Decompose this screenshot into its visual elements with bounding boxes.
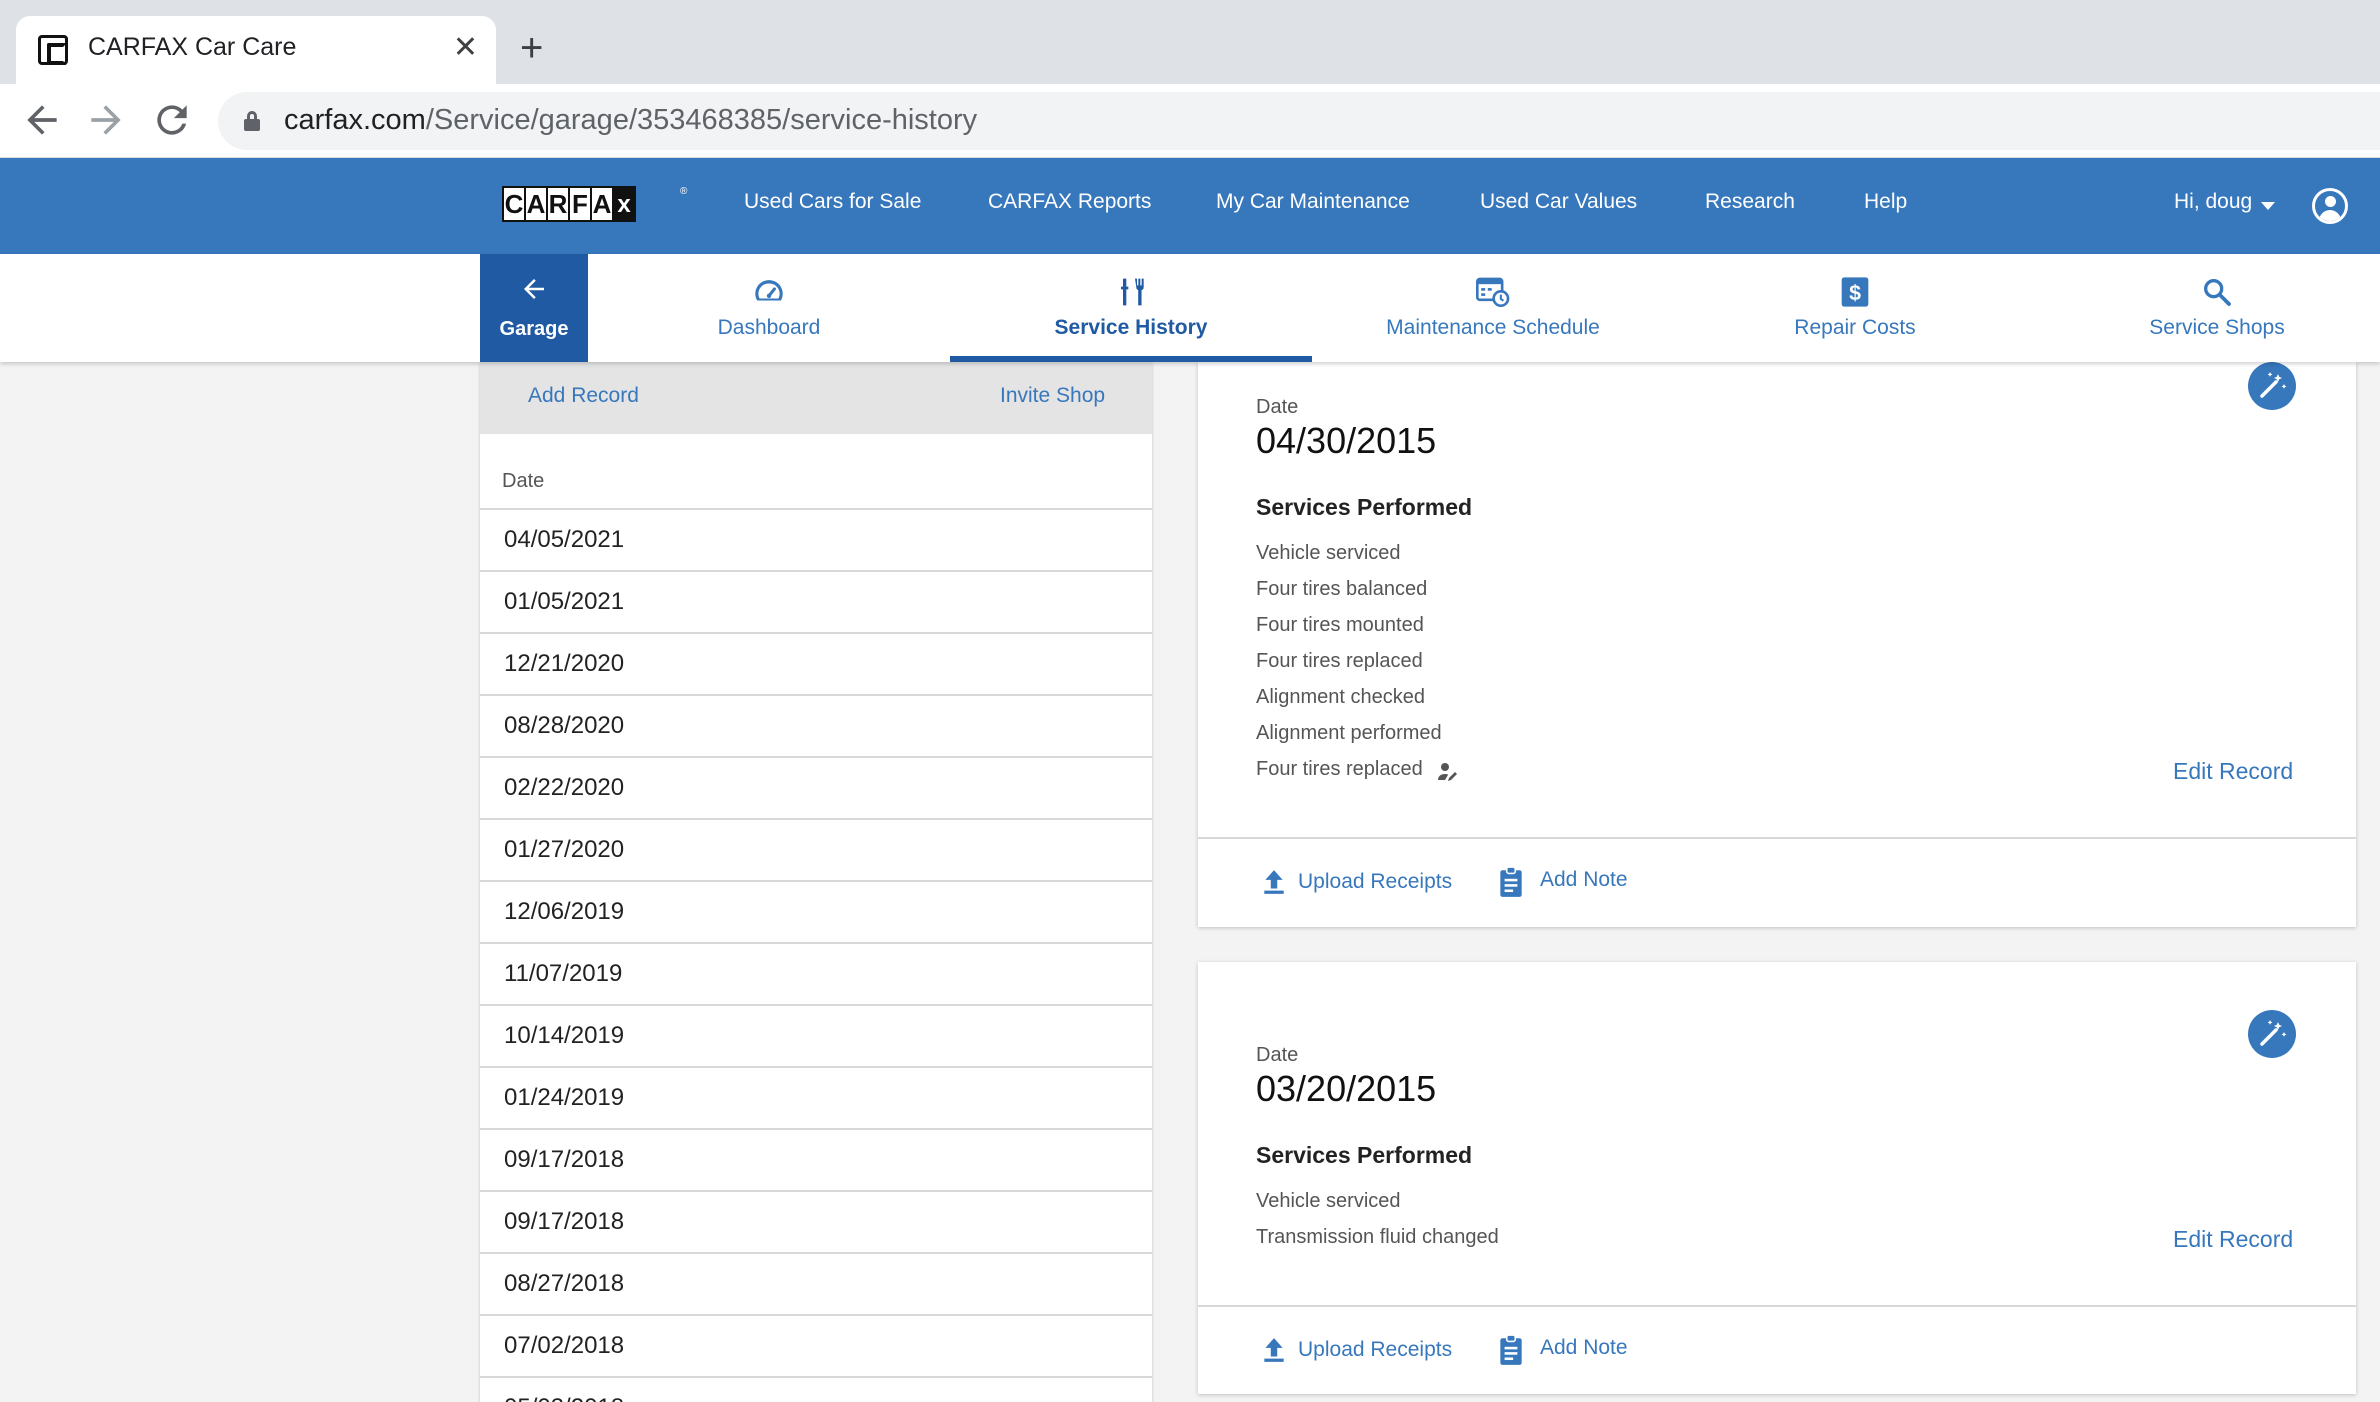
tab-maintenance-schedule[interactable]: Maintenance Schedule (1312, 254, 1674, 362)
logo-registered-mark: ® (680, 186, 688, 197)
card-divider (1198, 837, 2356, 839)
list-item[interactable]: 11/07/2019 (480, 944, 1152, 1006)
auto-fill-wand-icon[interactable] (2248, 1010, 2296, 1058)
upload-receipts-link[interactable]: Upload Receipts (1298, 870, 1452, 894)
service-item: Four tires replaced (1256, 650, 1423, 672)
add-note-link[interactable]: Add Note (1540, 868, 1628, 892)
nav-research[interactable]: Research (1705, 190, 1795, 214)
list-item[interactable]: 10/14/2019 (480, 1006, 1152, 1068)
list-item[interactable]: 01/27/2020 (480, 820, 1152, 882)
service-item: Alignment checked (1256, 686, 1425, 708)
list-item[interactable]: 05/03/2018 (480, 1378, 1152, 1402)
service-item: Four tires replaced (1256, 758, 1423, 780)
tab-dashboard[interactable]: Dashboard (588, 254, 950, 362)
carfax-logo[interactable]: C A R F A x (502, 186, 636, 222)
back-arrow-icon (480, 272, 588, 310)
add-record-link[interactable]: Add Record (528, 384, 639, 408)
garage-back-button[interactable]: Garage (480, 254, 588, 362)
browser-tabstrip: CARFAX Car Care ✕ + (0, 0, 2380, 84)
site-header: C A R F A x ® Used Cars for Sale CARFAX … (0, 158, 2380, 254)
list-column-header: Date (480, 434, 1152, 510)
clipboard-note-icon[interactable] (1498, 866, 1524, 903)
reload-icon[interactable] (150, 98, 194, 142)
user-menu-greeting[interactable]: Hi, doug (2174, 190, 2252, 214)
nav-help[interactable]: Help (1864, 190, 1907, 214)
garage-subnav: Garage Dashboard Service History Mainten… (0, 254, 2380, 362)
service-record-card: Date 04/30/2015 Services Performed Vehic… (1198, 362, 2356, 927)
clipboard-note-icon[interactable] (1498, 1334, 1524, 1371)
record-list-actions: Add Record Invite Shop (480, 362, 1152, 434)
nav-carfax-reports[interactable]: CARFAX Reports (988, 190, 1151, 214)
list-item[interactable]: 02/22/2020 (480, 758, 1152, 820)
svg-text:$: $ (1849, 281, 1861, 305)
tab-label: Service History (1054, 316, 1208, 339)
edit-record-link[interactable]: Edit Record (2173, 758, 2293, 785)
list-item[interactable]: 12/06/2019 (480, 882, 1152, 944)
service-item: Vehicle serviced (1256, 542, 1401, 564)
new-tab-icon[interactable]: + (520, 28, 543, 68)
tab-title: CARFAX Car Care (88, 33, 297, 61)
lock-icon (244, 111, 260, 131)
upload-icon[interactable] (1261, 868, 1287, 901)
nav-used-car-values[interactable]: Used Car Values (1480, 190, 1637, 214)
dollar-icon: $ (1839, 276, 1871, 313)
add-note-link[interactable]: Add Note (1540, 1336, 1628, 1360)
url-text: carfax.com/Service/garage/353468385/serv… (284, 104, 978, 136)
list-item[interactable]: 04/05/2021 (480, 510, 1152, 572)
speedometer-icon (752, 276, 786, 311)
services-performed-title: Services Performed (1256, 1142, 1473, 1168)
date-column-label: Date (502, 470, 545, 492)
address-bar[interactable]: carfax.com/Service/garage/353468385/serv… (218, 92, 2380, 150)
calendar-clock-icon (1476, 276, 1510, 313)
tab-label: Dashboard (717, 316, 821, 339)
list-item[interactable]: 09/17/2018 (480, 1130, 1152, 1192)
record-date-label: Date (1256, 396, 1299, 418)
edit-record-link[interactable]: Edit Record (2173, 1226, 2293, 1253)
list-item[interactable]: 01/05/2021 (480, 572, 1152, 634)
service-item: Alignment performed (1256, 722, 1442, 744)
service-item: Vehicle serviced (1256, 1190, 1401, 1212)
nav-my-car-maintenance[interactable]: My Car Maintenance (1216, 190, 1410, 214)
upload-icon[interactable] (1261, 1336, 1287, 1369)
invite-shop-link[interactable]: Invite Shop (1000, 384, 1105, 408)
garage-label: Garage (499, 318, 569, 340)
account-avatar-icon[interactable] (2312, 188, 2348, 224)
auto-fill-wand-icon[interactable] (2248, 362, 2296, 410)
service-record-card: Date 03/20/2015 Services Performed Vehic… (1198, 962, 2356, 1394)
forward-arrow-icon[interactable] (84, 98, 128, 142)
service-item: Four tires mounted (1256, 614, 1424, 636)
upload-receipts-link[interactable]: Upload Receipts (1298, 1338, 1452, 1362)
carfax-favicon-icon (38, 35, 68, 65)
list-item[interactable]: 01/24/2019 (480, 1068, 1152, 1130)
card-divider (1198, 1305, 2356, 1307)
caret-down-icon[interactable] (2261, 202, 2275, 210)
user-edit-icon (1436, 760, 1460, 789)
nav-used-cars-for-sale[interactable]: Used Cars for Sale (744, 190, 921, 214)
tab-label: Service Shops (2149, 316, 2285, 339)
list-item[interactable]: 08/27/2018 (480, 1254, 1152, 1316)
tab-repair-costs[interactable]: $ Repair Costs (1674, 254, 2036, 362)
list-item[interactable]: 08/28/2020 (480, 696, 1152, 758)
list-item[interactable]: 07/02/2018 (480, 1316, 1152, 1378)
record-date-label: Date (1256, 1044, 1299, 1066)
record-date: 03/20/2015 (1256, 1068, 1437, 1109)
browser-tab[interactable]: CARFAX Car Care ✕ (16, 16, 496, 84)
search-icon (2201, 276, 2233, 313)
service-record-list: Add Record Invite Shop Date 04/05/2021 0… (480, 362, 1152, 1402)
tab-service-shops[interactable]: Service Shops (2036, 254, 2380, 362)
services-performed-title: Services Performed (1256, 494, 1473, 520)
tab-service-history[interactable]: Service History (950, 254, 1312, 362)
tab-close-icon[interactable]: ✕ (453, 30, 478, 66)
tab-label: Maintenance Schedule (1386, 316, 1600, 339)
tab-label: Repair Costs (1794, 316, 1916, 339)
browser-toolbar: carfax.com/Service/garage/353468385/serv… (0, 84, 2380, 158)
record-date: 04/30/2015 (1256, 420, 1437, 461)
service-item: Four tires balanced (1256, 578, 1428, 600)
back-arrow-icon[interactable] (20, 98, 64, 142)
tools-icon (1115, 276, 1147, 313)
list-item[interactable]: 09/17/2018 (480, 1192, 1152, 1254)
service-item: Transmission fluid changed (1256, 1226, 1499, 1248)
list-item[interactable]: 12/21/2020 (480, 634, 1152, 696)
